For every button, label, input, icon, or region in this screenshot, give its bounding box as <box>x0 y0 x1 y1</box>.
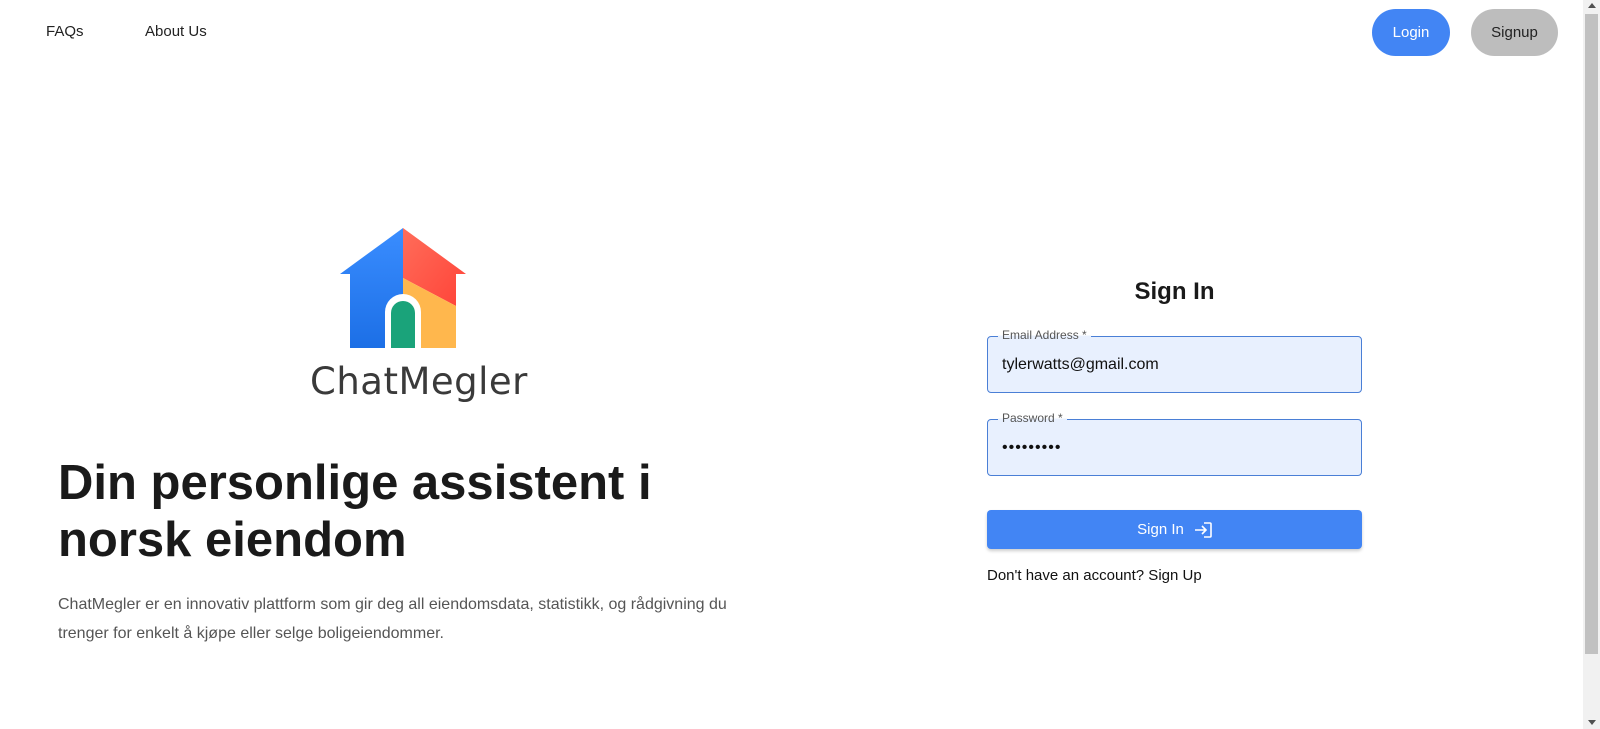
sign-in-button-label: Sign In <box>1137 521 1184 538</box>
login-icon <box>1194 521 1212 538</box>
signup-link[interactable]: Don't have an account? Sign Up <box>987 567 1202 584</box>
scrollbar-thumb[interactable] <box>1585 14 1598 654</box>
login-button[interactable]: Login <box>1372 9 1450 56</box>
hero-headline: Din personlige assistent i norsk eiendom <box>58 456 652 567</box>
password-field[interactable]: Password * <box>987 411 1362 476</box>
scroll-down-arrow-icon[interactable] <box>1588 720 1596 725</box>
house-logo-icon <box>340 228 466 348</box>
nav-link-faqs[interactable]: FAQs <box>46 23 84 40</box>
password-input[interactable] <box>1002 420 1347 475</box>
vertical-scrollbar[interactable] <box>1583 0 1600 729</box>
hero-description: ChatMegler er en innovativ plattform som… <box>58 596 727 642</box>
top-navigation: FAQs About Us Login Signup <box>0 0 1583 64</box>
signup-prompt[interactable]: Don't have an account? Sign Up <box>987 567 1202 584</box>
sign-in-button[interactable]: Sign In <box>987 510 1362 549</box>
signup-button[interactable]: Signup <box>1471 9 1558 56</box>
brand-name: ChatMegler <box>310 360 528 403</box>
scroll-up-arrow-icon[interactable] <box>1588 3 1596 8</box>
signin-title: Sign In <box>1134 278 1215 305</box>
nav-link-about-us[interactable]: About Us <box>145 23 207 40</box>
email-input[interactable] <box>1002 337 1347 392</box>
email-field[interactable]: Email Address * <box>987 328 1362 393</box>
chatmegler-logo: ChatMegler <box>300 228 530 410</box>
